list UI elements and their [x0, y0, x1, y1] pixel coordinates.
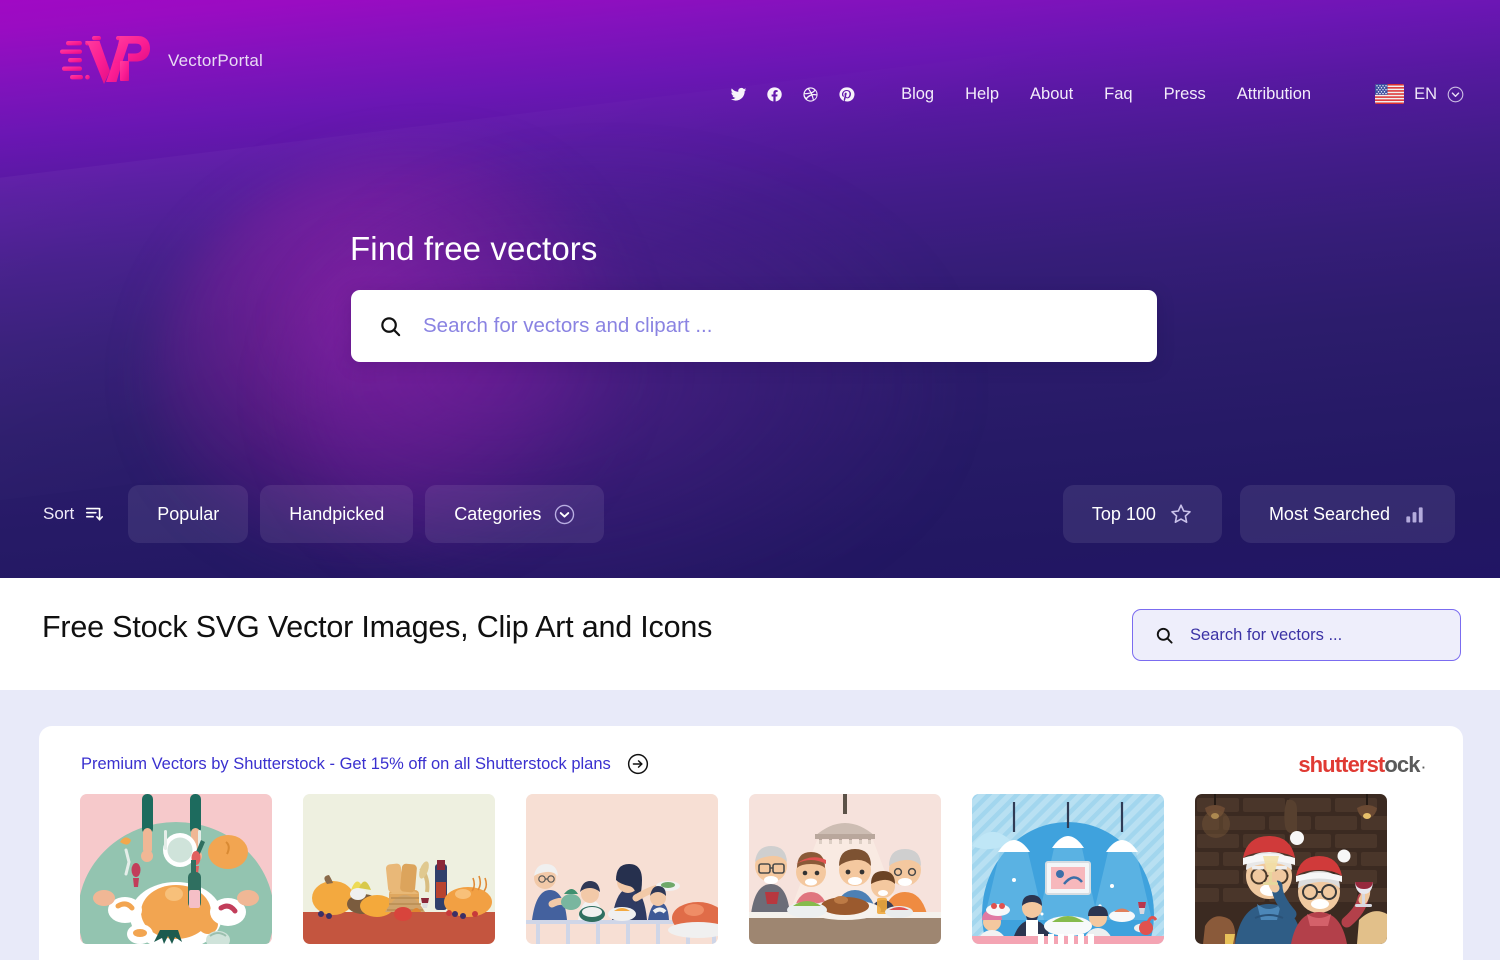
filter-bar-left: Sort Popular Handpicked Categories [43, 484, 605, 544]
language-code: EN [1414, 84, 1437, 103]
shutterstock-promo-card: Premium Vectors by Shutterstock - Get 15… [39, 726, 1463, 960]
promo-thumbnail-list [80, 794, 1387, 944]
arrow-right-circle-icon[interactable] [627, 753, 649, 775]
filter-button-top-100[interactable]: Top 100 [1062, 485, 1222, 543]
social-links [730, 86, 855, 103]
top-bar: VectorPortal Blog Help About Faq Press A… [0, 0, 1500, 130]
family-dinner-line-illustration [526, 794, 718, 944]
filter-button-popular[interactable]: Popular [128, 485, 249, 543]
vectorportal-page: VectorPortal Blog Help About Faq Press A… [0, 0, 1500, 960]
filter-button-categories-label: Categories [454, 503, 542, 524]
sort-descending-icon [86, 507, 104, 521]
filter-button-popular-label: Popular [157, 503, 220, 524]
filter-button-top-100-label: Top 100 [1091, 503, 1156, 524]
nav-link-blog[interactable]: Blog [901, 85, 934, 104]
sort-label: Sort [43, 504, 75, 523]
blue-restaurant-dinner-illustration [972, 794, 1164, 944]
filter-bar-right: Top 100 Most Searched [1062, 484, 1455, 544]
pinterest-icon[interactable] [838, 86, 855, 103]
secondary-search-input[interactable] [1190, 625, 1438, 645]
chevron-down-circle-icon[interactable] [1447, 86, 1464, 103]
hero-title: Find free vectors [350, 230, 598, 267]
twitter-icon[interactable] [730, 86, 747, 103]
autumn-harvest-still-life-illustration [303, 794, 495, 944]
search-icon [381, 316, 401, 336]
sort-control[interactable]: Sort [43, 504, 104, 524]
promo-header: Premium Vectors by Shutterstock - Get 15… [81, 753, 649, 775]
hero-section: VectorPortal Blog Help About Faq Press A… [0, 0, 1500, 578]
christmas-grandparents-toast-illustration [1195, 794, 1387, 944]
promo-thumbnail-family-dinner-line[interactable] [526, 794, 718, 944]
filter-bar: Sort Popular Handpicked Categories Top 1… [0, 484, 1500, 546]
filter-button-handpicked-label: Handpicked [289, 503, 385, 524]
thanksgiving-table-overhead-illustration [80, 794, 272, 944]
chevron-down-circle-icon [555, 504, 575, 524]
language-selector[interactable]: EN [1375, 84, 1464, 104]
promo-section: Premium Vectors by Shutterstock - Get 15… [0, 690, 1500, 960]
facebook-icon[interactable] [766, 86, 783, 103]
page-title: Free Stock SVG Vector Images, Clip Art a… [42, 610, 713, 644]
search-icon [1156, 627, 1173, 644]
hero-search-box[interactable] [351, 290, 1157, 362]
promo-thumbnail-blue-restaurant-dinner[interactable] [972, 794, 1164, 944]
nav-link-faq[interactable]: Faq [1104, 85, 1132, 104]
brand-name: VectorPortal [168, 51, 264, 70]
vp-logo-icon [60, 36, 150, 84]
dribbble-icon[interactable] [802, 86, 819, 103]
nav-link-help[interactable]: Help [965, 85, 999, 104]
brand-logo[interactable]: VectorPortal [58, 30, 263, 92]
promo-thumbnail-autumn-harvest-still-life[interactable] [303, 794, 495, 944]
us-flag-icon [1375, 84, 1405, 104]
secondary-search-box[interactable] [1132, 609, 1461, 661]
family-feast-lamp-illustration [749, 794, 941, 944]
nav-link-about[interactable]: About [1030, 85, 1073, 104]
promo-thumbnail-christmas-grandparents-toast[interactable] [1195, 794, 1387, 944]
nav-link-press[interactable]: Press [1164, 85, 1206, 104]
shutterstock-logo-mark: · [1421, 760, 1426, 775]
bar-chart-icon [1406, 506, 1423, 523]
promo-thumbnail-thanksgiving-table-overhead[interactable] [80, 794, 272, 944]
top-navigation: Blog Help About Faq Press Attribution EN [730, 84, 1464, 104]
shutterstock-logo-red: shutterst [1298, 752, 1385, 777]
nav-link-attribution[interactable]: Attribution [1237, 85, 1311, 104]
shutterstock-logo-gray: ock [1384, 752, 1420, 777]
hero-search-input[interactable] [423, 314, 1129, 338]
page-header-section: Free Stock SVG Vector Images, Clip Art a… [0, 578, 1500, 690]
star-icon [1171, 504, 1191, 523]
shutterstock-logo: shutterst ock · [1298, 752, 1426, 778]
filter-button-most-searched[interactable]: Most Searched [1239, 485, 1455, 543]
filter-button-most-searched-label: Most Searched [1268, 503, 1390, 524]
filter-button-handpicked[interactable]: Handpicked [260, 485, 414, 543]
promo-thumbnail-family-feast-lamp[interactable] [749, 794, 941, 944]
promo-link[interactable]: Premium Vectors by Shutterstock - Get 15… [81, 755, 611, 774]
nav-links: Blog Help About Faq Press Attribution [901, 85, 1311, 104]
filter-button-categories[interactable]: Categories [425, 485, 605, 543]
